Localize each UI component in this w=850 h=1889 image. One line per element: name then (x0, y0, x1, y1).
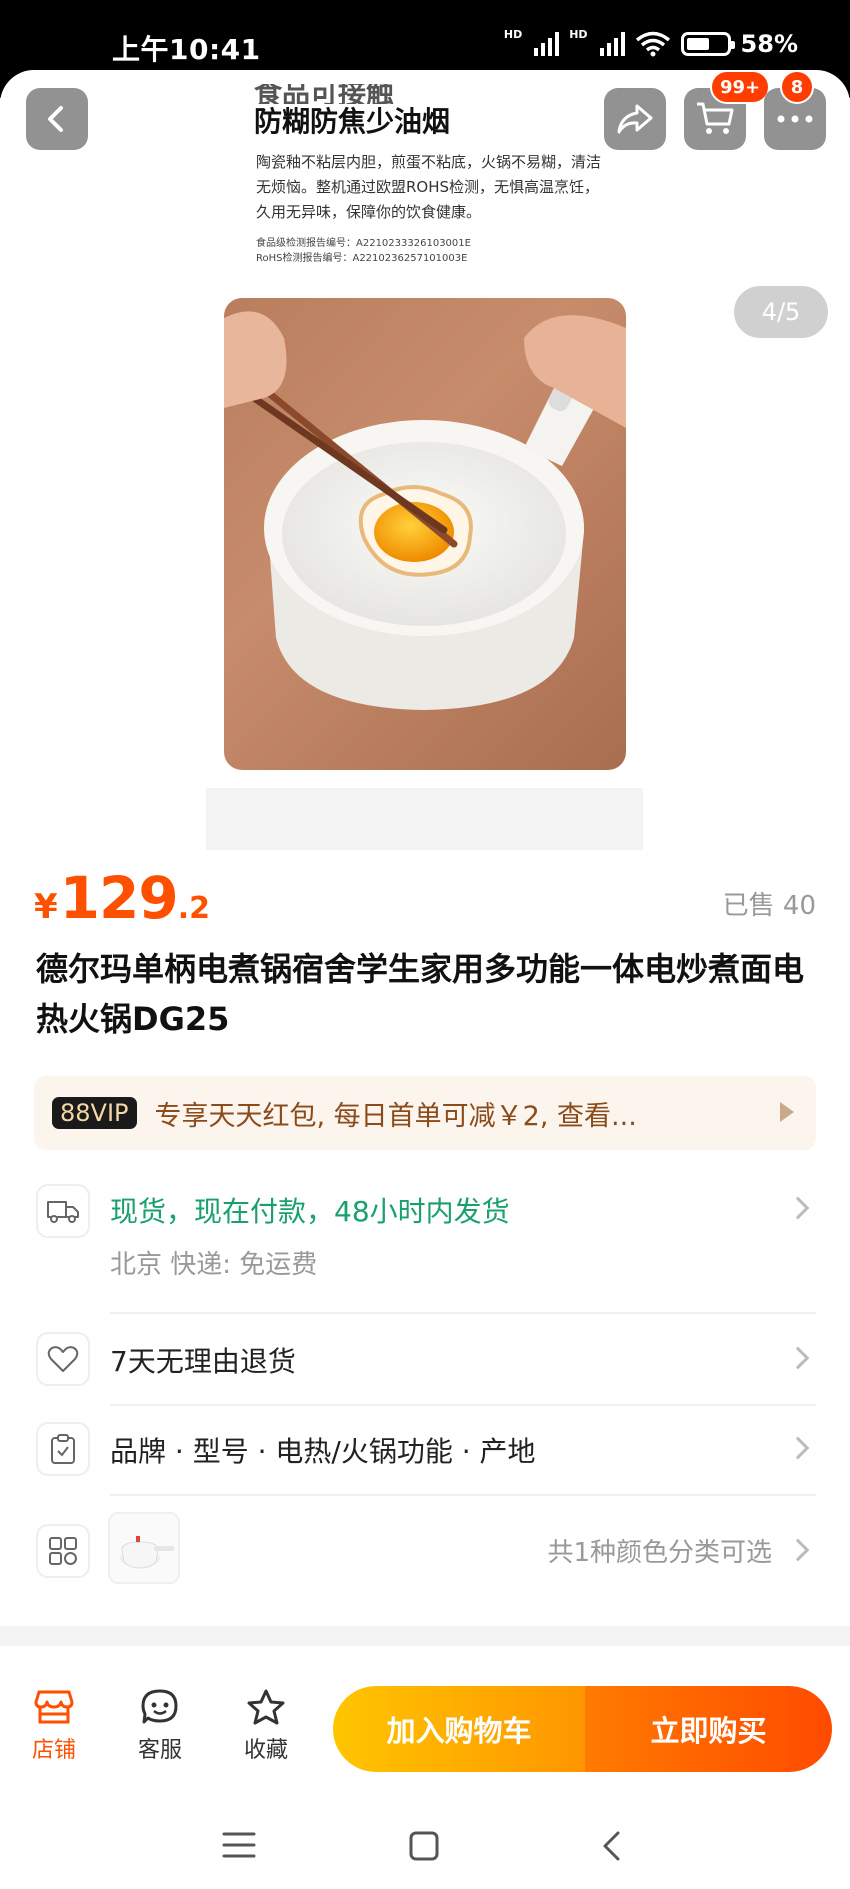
product-photo (224, 298, 626, 770)
sold-count: 已售 40 (722, 891, 816, 921)
price-integer: 129 (59, 864, 179, 932)
share-icon (617, 104, 653, 134)
price-row: ¥ 129 .2 已售 40 (34, 862, 816, 932)
vip-tag: 88VIP (52, 1097, 137, 1129)
promo-note-line-2: RoHS检测报告编号：A2210236257101003E (256, 253, 468, 264)
promo-heading-cut: 食品可接触 (254, 84, 395, 104)
photo-shadow (206, 788, 643, 850)
chevron-left-icon (48, 106, 63, 132)
product-gallery[interactable]: 食品可接触 防糊防焦少油烟 陶瓷釉不粘层内胆，煎蛋不粘底，火锅不易糊，清洁无烦恼… (0, 70, 850, 860)
params-row[interactable]: 品牌 · 型号 · 电热/火锅功能 · 产地 (34, 1420, 816, 1480)
share-button[interactable] (604, 88, 666, 150)
cart-badge: 99+ (710, 70, 771, 104)
divider (110, 1404, 816, 1406)
status-time: 上午10:41 (112, 33, 261, 66)
add-to-cart-button[interactable]: 加入购物车 (333, 1686, 585, 1772)
heart-icon (36, 1332, 90, 1386)
home-icon[interactable] (408, 1830, 440, 1862)
returns-text: 7天无理由退货 (110, 1345, 296, 1378)
chevron-right-icon (786, 1196, 810, 1220)
shipping-sub: 北京 快递: 免运费 (110, 1250, 318, 1280)
section-gap (0, 1626, 850, 1646)
message-badge: 8 (780, 70, 814, 104)
system-nav-bar (0, 1790, 850, 1889)
service-button[interactable]: 客服 (120, 1688, 200, 1764)
more-icon (777, 115, 813, 123)
battery-percent: 58% (740, 30, 798, 58)
promo-heading: 防糊防焦少油烟 (254, 105, 451, 138)
returns-row[interactable]: 7天无理由退货 (34, 1330, 816, 1390)
battery-icon (680, 32, 735, 56)
back-button[interactable] (26, 88, 88, 150)
pot-illustration (224, 311, 626, 710)
cart-icon (697, 102, 734, 134)
promo-note-line-1: 食品级检测报告编号：A2210233326103001E (256, 238, 471, 249)
status-icons: HD HD 58% (503, 28, 798, 58)
variants-row[interactable]: 共1种颜色分类可选 (34, 1512, 816, 1584)
cart-button[interactable]: 99+ (684, 70, 771, 150)
signal-icon (534, 32, 560, 56)
vip-text: 专享天天红包, 每日首单可减￥2, 查看... (154, 1100, 637, 1132)
divider (110, 1312, 816, 1314)
buy-now-button[interactable]: 立即购买 (585, 1686, 832, 1772)
price: ¥ 129 .2 (34, 864, 210, 932)
signal-icon-2 (599, 32, 625, 56)
variant-thumbnail[interactable] (108, 1512, 180, 1584)
play-arrow-icon (780, 1102, 794, 1122)
favorite-button[interactable]: 收藏 (226, 1688, 306, 1764)
action-bar: 店铺 客服 收藏 加入购物车 立即购买 (0, 1664, 850, 1782)
chevron-right-icon (786, 1346, 810, 1370)
chevron-right-icon (786, 1538, 810, 1562)
price-decimal: .2 (177, 891, 211, 926)
vip-promo-bar[interactable]: 88VIP 专享天天红包, 每日首单可减￥2, 查看... (34, 1076, 816, 1150)
shipping-row[interactable]: 现货，现在付款，48小时内发货 北京 快递: 免运费 (34, 1180, 816, 1280)
service-icon (141, 1689, 178, 1724)
params-text: 品牌 · 型号 · 电热/火锅功能 · 产地 (110, 1435, 536, 1468)
promo-note: 食品级检测报告编号：A2210233326103001E RoHS检测报告编号：… (256, 236, 471, 266)
promo-body: 陶瓷釉不粘层内胆，煎蛋不粘底，火锅不易糊，清洁无烦恼。整机通过欧盟ROHS检测，… (256, 153, 602, 221)
store-button[interactable]: 店铺 (14, 1688, 94, 1764)
grid-icon (36, 1524, 90, 1578)
menu-icon[interactable] (222, 1830, 256, 1860)
service-label: 客服 (137, 1738, 182, 1763)
hd-label-2: HD (569, 28, 588, 41)
back-nav-icon[interactable] (600, 1830, 622, 1862)
store-icon (34, 1690, 74, 1724)
favorite-label: 收藏 (243, 1738, 288, 1763)
variants-text: 共1种颜色分类可选 (547, 1538, 772, 1568)
gallery-pager: 4/5 (734, 286, 828, 338)
wifi-icon (635, 31, 670, 57)
star-icon (247, 1689, 285, 1725)
hd-label: HD (503, 28, 523, 41)
product-title: 德尔玛单柄电煮锅宿舍学生家用多功能一体电炒煮面电热火锅DG25 (36, 950, 805, 1038)
more-button[interactable]: 8 (764, 70, 826, 150)
truck-icon (36, 1184, 90, 1238)
promo-heading-block: 食品可接触 防糊防焦少油烟 (254, 84, 450, 140)
shipping-main: 现货，现在付款，48小时内发货 (110, 1195, 510, 1228)
clipboard-icon (36, 1422, 90, 1476)
divider (110, 1494, 816, 1496)
chevron-right-icon (786, 1436, 810, 1460)
price-currency: ¥ (34, 887, 58, 927)
battery-level (686, 38, 709, 50)
store-label: 店铺 (31, 1738, 76, 1763)
